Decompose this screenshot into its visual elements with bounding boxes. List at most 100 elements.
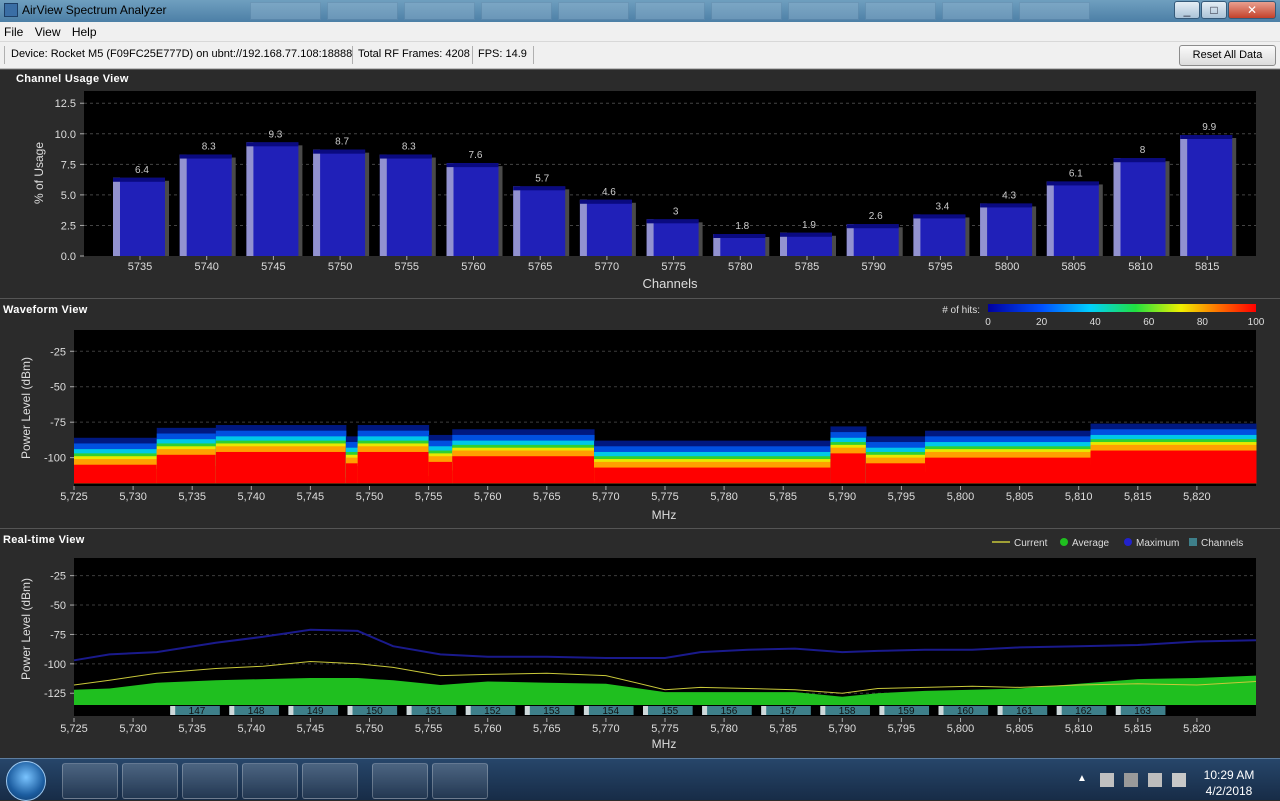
bar-cap: [713, 234, 766, 238]
legend-average-swatch: [1060, 538, 1068, 546]
x-tick-label: 5,810: [1065, 491, 1093, 503]
bar-cap: [246, 142, 299, 147]
file-explorer-icon[interactable]: [122, 763, 178, 799]
x-tick-label: 5790: [861, 261, 885, 273]
heatmap-cell: [74, 478, 158, 484]
bar-cap: [579, 199, 632, 204]
x-tick-label: 5,785: [769, 491, 797, 503]
media-player-icon[interactable]: [182, 763, 238, 799]
channel-usage-chart: 6.4 8.3 9.3 8.7 8.3 7.6 5.7 4.6 3 1.8 1.9 2.6 3.4 4.3…: [32, 91, 1256, 291]
x-tick-label: 5,780: [710, 723, 738, 735]
channel-usage-ylabel: % of Usage: [32, 142, 46, 204]
x-tick-label: 5760: [461, 261, 485, 273]
legend-channels-swatch: [1189, 538, 1197, 546]
x-tick-label: 5,730: [119, 491, 147, 503]
system-clock[interactable]: 10:29 AM 4/2/2018: [1198, 767, 1260, 799]
bar-cap: [379, 154, 432, 159]
menu-file[interactable]: File: [0, 22, 27, 39]
heatmap-cell: [452, 470, 595, 484]
bar-value-label: 6.1: [1069, 168, 1083, 179]
channel-block-edge: [288, 706, 294, 715]
x-tick-label: 5,810: [1065, 723, 1093, 735]
heatmap-cell: [428, 476, 453, 484]
airview-taskbar-icon[interactable]: [432, 763, 488, 799]
channel-block-edge: [347, 706, 353, 715]
x-tick-label: 5,725: [60, 723, 88, 735]
usage-bar: [513, 186, 566, 256]
realtime-panel: Real-time View Current Average Maximum C…: [0, 528, 1280, 758]
x-tick-label: 5,740: [238, 723, 266, 735]
paint-icon[interactable]: [302, 763, 358, 799]
y-tick-label: -100: [44, 659, 66, 671]
usage-bar: [1046, 181, 1099, 256]
network-icon[interactable]: [1148, 773, 1162, 787]
bar-value-label: 3.4: [935, 201, 949, 212]
channel-block-edge: [406, 706, 412, 715]
reset-all-data-button[interactable]: Reset All Data: [1179, 45, 1276, 66]
x-tick-label: 5765: [528, 261, 552, 273]
channel-block-edge: [643, 706, 648, 715]
x-tick-label: 5,755: [415, 723, 443, 735]
menu-help[interactable]: Help: [68, 22, 101, 39]
channel-block-edge: [761, 706, 767, 715]
channel-block-edge: [465, 706, 471, 715]
minimize-button[interactable]: _: [1174, 1, 1200, 19]
taskbar: ▲ 10:29 AM 4/2/2018: [0, 758, 1280, 801]
bar-highlight: [1180, 135, 1188, 256]
bar-cap: [446, 163, 499, 168]
bar-value-label: 1.9: [802, 220, 816, 231]
close-button[interactable]: ✕: [1228, 1, 1276, 19]
power-icon[interactable]: [1124, 773, 1138, 787]
bar-value-label: 3: [673, 206, 679, 217]
usage-bar: [113, 177, 165, 256]
bar-highlight: [379, 154, 387, 256]
channel-usage-panel: Channel Usage View 6.4 8.3 9.3 8.7 8.3 7.6 5.7…: [0, 69, 1280, 298]
x-tick-label: 5,820: [1183, 723, 1211, 735]
bar-highlight: [980, 203, 988, 256]
x-tick-label: 5755: [395, 261, 419, 273]
x-tick-label: 5770: [595, 261, 619, 273]
heatmap-cell: [865, 477, 926, 484]
legend-maximum: Maximum: [1136, 538, 1179, 549]
x-tick-label: 5810: [1128, 261, 1152, 273]
bar-cap: [780, 232, 832, 237]
ie-icon[interactable]: [62, 763, 118, 799]
channel-block-edge: [879, 706, 885, 715]
channel-number: 161: [1016, 706, 1033, 717]
ubiquiti-icon[interactable]: [372, 763, 428, 799]
bar-cap: [1180, 135, 1233, 139]
x-tick-label: 5,795: [888, 491, 916, 503]
x-tick-label: 5785: [795, 261, 819, 273]
channel-number: 148: [248, 706, 265, 717]
hits-scale-label: 20: [1036, 317, 1048, 328]
channel-number: 158: [839, 706, 856, 717]
menu-view[interactable]: View: [31, 22, 65, 39]
channel-number: 157: [780, 706, 797, 717]
x-tick-label: 5745: [261, 261, 285, 273]
volume-icon[interactable]: [1172, 773, 1186, 787]
firefox-icon[interactable]: [242, 763, 298, 799]
bar-cap: [846, 224, 899, 229]
usage-bar: [379, 154, 432, 256]
heatmap-cell: [830, 467, 867, 484]
maximize-button[interactable]: □: [1201, 1, 1227, 19]
x-tick-label: 5740: [194, 261, 218, 273]
waveform-ylabel: Power Level (dBm): [19, 357, 33, 459]
tray-expand-icon[interactable]: ▲: [1077, 773, 1091, 787]
bar-highlight: [913, 214, 921, 256]
bar-cap: [980, 203, 1033, 208]
start-button[interactable]: [6, 761, 46, 801]
x-tick-label: 5,750: [356, 491, 384, 503]
y-tick-label: 2.5: [61, 220, 76, 232]
hits-scale-label: 100: [1248, 317, 1265, 328]
channel-usage-xlabel: Channels: [643, 276, 698, 291]
y-tick-label: -75: [50, 629, 66, 641]
bar-value-label: 8: [1140, 145, 1146, 156]
usage-bar: [646, 219, 699, 256]
waveform-xlabel: MHz: [652, 508, 677, 522]
action-center-icon[interactable]: [1100, 773, 1114, 787]
channel-number: 155: [661, 706, 678, 717]
legend-maximum-swatch: [1124, 538, 1132, 546]
window-titlebar: AirView Spectrum Analyzer _ □ ✕: [0, 0, 1280, 22]
bar-value-label: 2.6: [869, 211, 883, 222]
